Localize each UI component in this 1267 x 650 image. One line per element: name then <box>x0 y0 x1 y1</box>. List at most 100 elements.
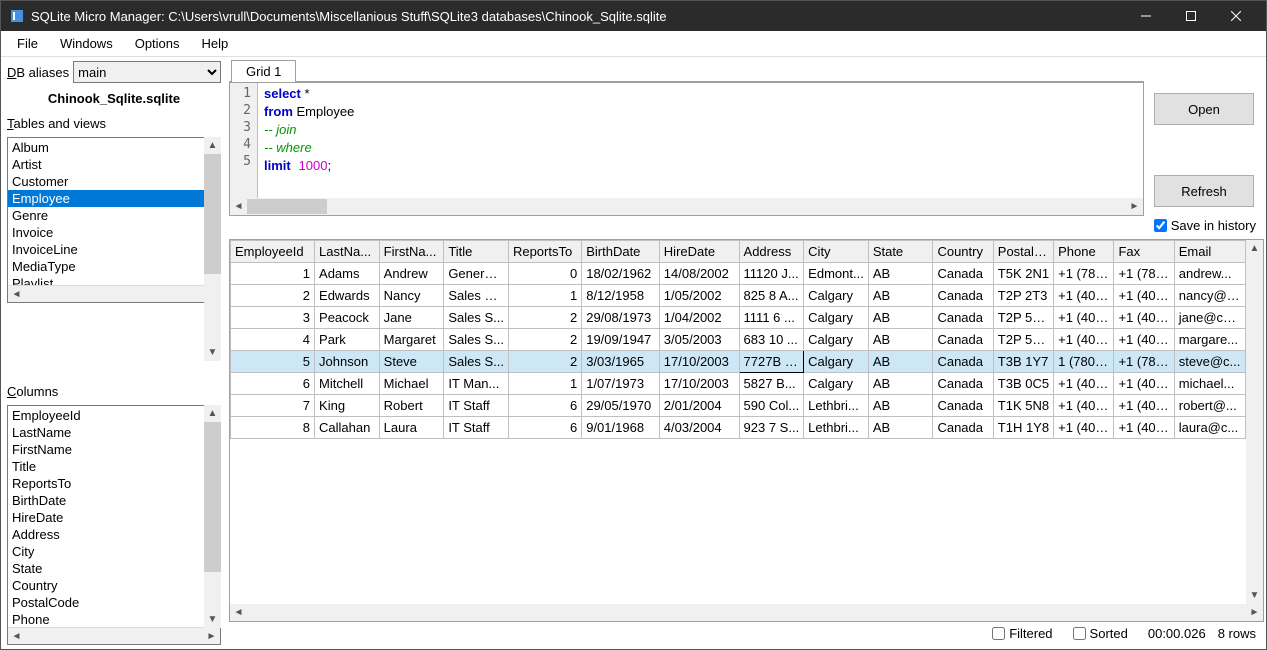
cell[interactable]: 4 <box>231 329 315 351</box>
cell[interactable]: Steve <box>379 351 444 373</box>
cell[interactable]: 1 <box>508 285 581 307</box>
cell[interactable]: 923 7 S... <box>739 417 804 439</box>
cell[interactable]: IT Man... <box>444 373 509 395</box>
scroll-left-icon[interactable]: ◄ <box>230 198 247 215</box>
db-aliases-select[interactable]: main <box>73 61 221 83</box>
menu-file[interactable]: File <box>7 33 48 54</box>
table-item-invoiceline[interactable]: InvoiceLine <box>8 241 220 258</box>
cell[interactable]: Calgary <box>804 307 869 329</box>
cell[interactable]: AB <box>868 395 933 417</box>
cell[interactable]: margare... <box>1174 329 1245 351</box>
column-header[interactable]: FirstNa... <box>379 241 444 263</box>
column-header[interactable]: LastNa... <box>315 241 380 263</box>
cell[interactable]: AB <box>868 417 933 439</box>
cell[interactable]: 3/03/1965 <box>582 351 660 373</box>
cell[interactable]: +1 (403... <box>1114 285 1174 307</box>
table-item-artist[interactable]: Artist <box>8 156 220 173</box>
columns-listbox[interactable]: EmployeeIdLastNameFirstNameTitleReportsT… <box>7 405 221 645</box>
cell[interactable]: 17/10/2003 <box>659 373 739 395</box>
scroll-right-icon[interactable]: ► <box>203 628 220 645</box>
cell[interactable]: Robert <box>379 395 444 417</box>
cell[interactable]: Canada <box>933 395 993 417</box>
cell[interactable]: 1111 6 ... <box>739 307 804 329</box>
table-item-employee[interactable]: Employee <box>8 190 220 207</box>
cell[interactable]: Nancy <box>379 285 444 307</box>
scroll-up-icon[interactable]: ▲ <box>204 405 221 422</box>
cell[interactable]: +1 (403... <box>1114 373 1174 395</box>
cell[interactable]: AB <box>868 329 933 351</box>
cell[interactable]: 1 <box>231 263 315 285</box>
table-item-genre[interactable]: Genre <box>8 207 220 224</box>
cell[interactable]: Canada <box>933 285 993 307</box>
cell[interactable]: Calgary <box>804 329 869 351</box>
scroll-left-icon[interactable]: ◄ <box>8 628 25 645</box>
column-item-employeeid[interactable]: EmployeeId <box>8 407 220 424</box>
cell[interactable]: +1 (403... <box>1114 395 1174 417</box>
column-item-city[interactable]: City <box>8 543 220 560</box>
column-item-reportsto[interactable]: ReportsTo <box>8 475 220 492</box>
cell[interactable]: 1/07/1973 <box>582 373 660 395</box>
refresh-button[interactable]: Refresh <box>1154 175 1254 207</box>
tables-hscroll[interactable]: ◄ ► <box>8 285 220 302</box>
cell[interactable]: 825 8 A... <box>739 285 804 307</box>
column-item-postalcode[interactable]: PostalCode <box>8 594 220 611</box>
cell[interactable]: Margaret <box>379 329 444 351</box>
cell[interactable]: +1 (780... <box>1114 263 1174 285</box>
sql-editor[interactable]: 12345 select * from Employee -- join -- … <box>229 82 1144 216</box>
cell[interactable]: 6 <box>508 395 581 417</box>
cell[interactable]: Michael <box>379 373 444 395</box>
cell[interactable]: Calgary <box>804 351 869 373</box>
cell[interactable]: 1 <box>508 373 581 395</box>
cell[interactable]: 4/03/2004 <box>659 417 739 439</box>
column-header[interactable]: ReportsTo <box>508 241 581 263</box>
cell[interactable]: AB <box>868 351 933 373</box>
cell[interactable]: Johnson <box>315 351 380 373</box>
cell[interactable]: +1 (403... <box>1054 285 1114 307</box>
cell[interactable]: T2P 5M5 <box>993 307 1053 329</box>
table-row[interactable]: 8CallahanLauraIT Staff69/01/19684/03/200… <box>231 417 1246 439</box>
cell[interactable]: AB <box>868 307 933 329</box>
column-item-birthdate[interactable]: BirthDate <box>8 492 220 509</box>
cell[interactable]: Lethbri... <box>804 417 869 439</box>
cell[interactable]: 8 <box>231 417 315 439</box>
table-item-mediatype[interactable]: MediaType <box>8 258 220 275</box>
save-history-checkbox[interactable]: Save in history <box>1154 218 1264 233</box>
editor-hscroll[interactable]: ◄ ► <box>230 198 1143 215</box>
cell[interactable]: 14/08/2002 <box>659 263 739 285</box>
table-row[interactable]: 4ParkMargaretSales S...219/09/19473/05/2… <box>231 329 1246 351</box>
cell[interactable]: Canada <box>933 307 993 329</box>
cell[interactable]: +1 (780... <box>1054 263 1114 285</box>
column-header[interactable]: Email <box>1174 241 1245 263</box>
cell[interactable]: T5K 2N1 <box>993 263 1053 285</box>
column-item-hiredate[interactable]: HireDate <box>8 509 220 526</box>
cell[interactable]: IT Staff <box>444 417 509 439</box>
grid-hscroll[interactable]: ◄ ► <box>230 604 1263 621</box>
cell[interactable]: steve@c... <box>1174 351 1245 373</box>
table-row[interactable]: 2EdwardsNancySales M...18/12/19581/05/20… <box>231 285 1246 307</box>
cell[interactable]: 3/05/2003 <box>659 329 739 351</box>
cell[interactable]: 2/01/2004 <box>659 395 739 417</box>
column-item-country[interactable]: Country <box>8 577 220 594</box>
cell[interactable]: +1 (403... <box>1054 307 1114 329</box>
cell[interactable]: 5827 B... <box>739 373 804 395</box>
scroll-right-icon[interactable]: ► <box>1126 198 1143 215</box>
cell[interactable]: 590 Col... <box>739 395 804 417</box>
cell[interactable]: Calgary <box>804 285 869 307</box>
sorted-checkbox[interactable]: Sorted <box>1073 626 1128 641</box>
cell[interactable]: Canada <box>933 263 993 285</box>
scroll-right-icon[interactable]: ► <box>1246 604 1263 621</box>
tab-grid1[interactable]: Grid 1 <box>231 60 296 82</box>
scroll-down-icon[interactable]: ▼ <box>204 611 221 628</box>
cell[interactable]: 5 <box>231 351 315 373</box>
minimize-button[interactable] <box>1123 1 1168 31</box>
table-item-invoice[interactable]: Invoice <box>8 224 220 241</box>
cell[interactable]: T2P 2T3 <box>993 285 1053 307</box>
cell[interactable]: +1 (780) ... <box>1114 351 1174 373</box>
cell[interactable]: General... <box>444 263 509 285</box>
cell[interactable]: michael... <box>1174 373 1245 395</box>
close-button[interactable] <box>1213 1 1258 31</box>
cell[interactable]: 2 <box>508 329 581 351</box>
column-header[interactable]: Fax <box>1114 241 1174 263</box>
cell[interactable]: +1 (403... <box>1114 307 1174 329</box>
cell[interactable]: 29/08/1973 <box>582 307 660 329</box>
